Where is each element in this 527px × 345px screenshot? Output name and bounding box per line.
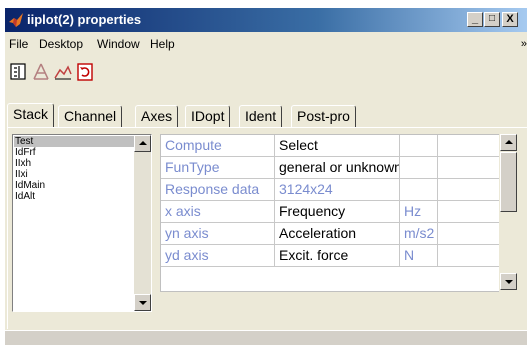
- property-key: Response data: [161, 179, 275, 201]
- stack-tab-panel: Test IdFrf IIxh IIxi IdMain IdAlt Comput…: [7, 127, 527, 329]
- scroll-down-icon[interactable]: [134, 294, 151, 311]
- axes-icon[interactable]: [31, 62, 51, 82]
- list-item[interactable]: IdMain: [14, 180, 136, 191]
- property-value[interactable]: 3124x24: [275, 179, 400, 201]
- list-item[interactable]: IdAlt: [14, 191, 136, 202]
- window-title: iiplot(2) properties: [27, 12, 142, 27]
- property-unit: m/s2: [400, 223, 438, 245]
- list-scrollbar[interactable]: [134, 135, 151, 311]
- property-key: yn axis: [161, 223, 275, 245]
- table-row: yn axis Acceleration m/s2: [161, 223, 506, 245]
- property-value[interactable]: Select: [275, 135, 400, 157]
- empty-cell: [438, 223, 506, 245]
- menu-bar: File Desktop Window Help »: [5, 34, 527, 54]
- stack-view-icon[interactable]: [9, 62, 29, 82]
- empty-cell: [438, 157, 506, 179]
- empty-cell: [438, 135, 506, 157]
- table-row: Response data 3124x24: [161, 179, 506, 201]
- empty-cell: [438, 245, 506, 267]
- property-unit: [400, 157, 438, 179]
- table-row: FunType general or unknown: [161, 157, 506, 179]
- tab-ident[interactable]: Ident: [239, 105, 283, 127]
- property-key: Compute: [161, 135, 275, 157]
- property-unit: [400, 179, 438, 201]
- empty-cell: [438, 179, 506, 201]
- menu-overflow-icon[interactable]: »: [521, 38, 527, 50]
- tab-axes[interactable]: Axes: [135, 105, 179, 127]
- scroll-up-icon[interactable]: [134, 135, 151, 152]
- status-bar: [5, 330, 527, 345]
- list-item[interactable]: Test: [14, 136, 136, 147]
- table-scrollbar[interactable]: [499, 134, 519, 292]
- property-key: FunType: [161, 157, 275, 179]
- tab-idopt[interactable]: IDopt: [185, 105, 231, 127]
- scroll-down-icon[interactable]: [500, 273, 517, 290]
- tab-container: Stack Channel Axes IDopt Ident Post-pro …: [5, 103, 527, 345]
- menu-desktop[interactable]: Desktop: [39, 37, 83, 51]
- empty-cell: [438, 201, 506, 223]
- minimize-button[interactable]: _: [467, 12, 483, 27]
- refresh-icon[interactable]: [75, 62, 95, 82]
- menu-file[interactable]: File: [9, 37, 28, 51]
- title-bar[interactable]: iiplot(2) properties _ □ X: [5, 8, 527, 32]
- scroll-thumb[interactable]: [500, 152, 517, 212]
- menu-help[interactable]: Help: [150, 37, 175, 51]
- tab-channel[interactable]: Channel: [58, 105, 123, 127]
- menu-window[interactable]: Window: [97, 37, 140, 51]
- matlab-logo-icon: [9, 13, 23, 27]
- list-item[interactable]: IIxi: [14, 169, 136, 180]
- line-plot-icon[interactable]: [53, 62, 73, 82]
- maximize-button[interactable]: □: [484, 12, 500, 27]
- list-item[interactable]: IdFrf: [14, 147, 136, 158]
- property-key: yd axis: [161, 245, 275, 267]
- scroll-up-icon[interactable]: [500, 134, 517, 151]
- tab-stack[interactable]: Stack: [7, 103, 55, 127]
- close-button[interactable]: X: [502, 12, 518, 27]
- stack-listbox[interactable]: Test IdFrf IIxh IIxi IdMain IdAlt: [12, 134, 152, 312]
- properties-window: iiplot(2) properties _ □ X File Desktop …: [5, 8, 527, 345]
- toolbar: [5, 60, 527, 84]
- property-value[interactable]: Acceleration: [275, 223, 400, 245]
- property-key: x axis: [161, 201, 275, 223]
- property-value[interactable]: Frequency: [275, 201, 400, 223]
- property-unit: Hz: [400, 201, 438, 223]
- property-unit: N: [400, 245, 438, 267]
- tab-post-pro[interactable]: Post-pro: [291, 105, 356, 127]
- property-unit: [400, 135, 438, 157]
- table-row: yd axis Excit. force N: [161, 245, 506, 267]
- property-value[interactable]: general or unknown: [275, 157, 400, 179]
- properties-table: Compute Select FunType general or unknow…: [160, 134, 506, 292]
- table-row: Compute Select: [161, 135, 506, 157]
- table-row: x axis Frequency Hz: [161, 201, 506, 223]
- property-value[interactable]: Excit. force: [275, 245, 400, 267]
- list-item[interactable]: IIxh: [14, 158, 136, 169]
